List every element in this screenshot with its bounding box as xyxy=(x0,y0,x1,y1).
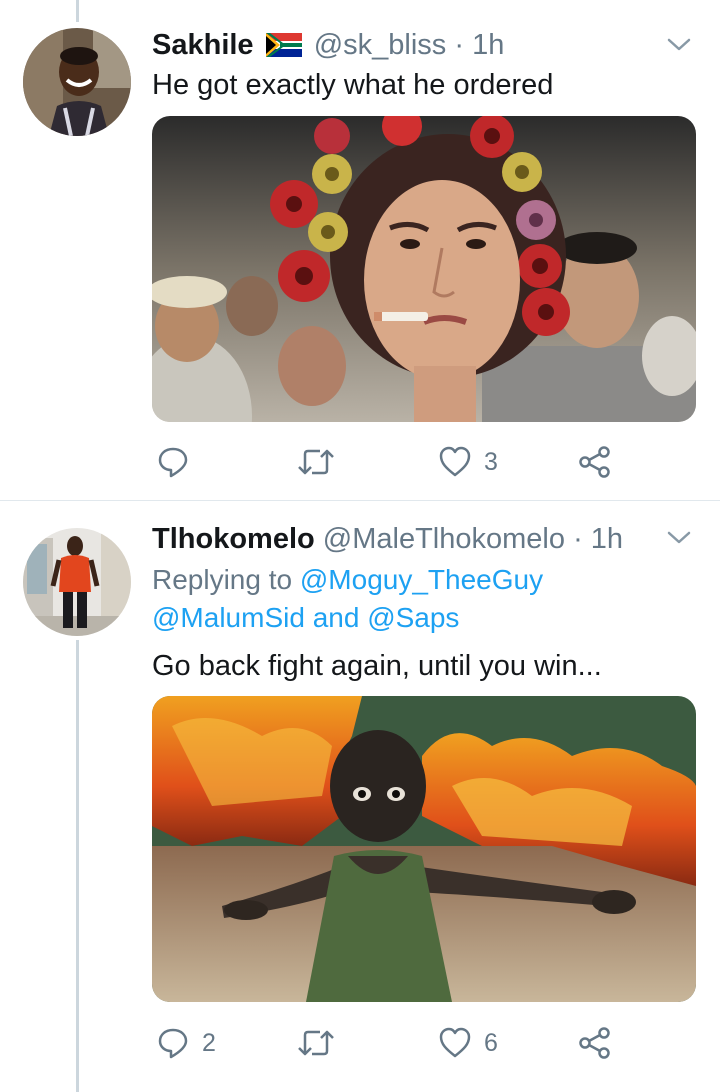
reply-button[interactable]: 2 xyxy=(156,1023,216,1063)
share-icon xyxy=(579,1027,610,1059)
like-button[interactable]: 6 xyxy=(438,1023,498,1063)
handle[interactable]: @sk_bliss xyxy=(314,29,447,61)
tweet-header: Sakhile @sk_bliss · 1h xyxy=(152,28,504,65)
avatar[interactable] xyxy=(23,528,131,636)
retweet-icon xyxy=(298,449,334,475)
chevron-down-icon[interactable] xyxy=(666,529,692,547)
tweet-text: Go back fight again, until you win... xyxy=(152,650,602,682)
mention-link[interactable]: @Saps xyxy=(367,602,459,633)
share-button[interactable] xyxy=(578,1023,612,1063)
timestamp[interactable]: 1h xyxy=(472,29,504,61)
handle[interactable]: @MaleTlhokomelo xyxy=(323,523,565,555)
reply-count: 2 xyxy=(202,1028,216,1057)
like-icon xyxy=(439,1027,471,1058)
replying-conjunction: and xyxy=(312,602,360,633)
display-name[interactable]: Tlhokomelo xyxy=(152,523,315,555)
like-icon xyxy=(439,446,471,477)
like-count: 3 xyxy=(484,447,498,476)
separator-dot: · xyxy=(573,523,583,555)
replying-prefix: Replying to xyxy=(152,564,293,595)
separator-dot: · xyxy=(454,29,465,61)
timestamp[interactable]: 1h xyxy=(591,523,623,555)
display-name[interactable]: Sakhile xyxy=(152,29,254,61)
tweet-actions: 2 6 xyxy=(152,1023,696,1063)
reply-icon xyxy=(158,1028,188,1059)
retweet-button[interactable] xyxy=(296,442,348,482)
retweet-button[interactable] xyxy=(296,1023,348,1063)
tweet-image[interactable] xyxy=(152,116,696,422)
tweet-text: He got exactly what he ordered xyxy=(152,69,554,101)
like-count: 6 xyxy=(484,1028,498,1057)
reply-icon xyxy=(158,447,188,478)
share-button[interactable] xyxy=(578,442,612,482)
south-africa-flag-icon xyxy=(265,31,302,65)
tweet-2[interactable]: Tlhokomelo @MaleTlhokomelo · 1h Replying… xyxy=(0,501,720,1092)
like-button[interactable]: 3 xyxy=(438,442,498,482)
tweet-actions: 3 xyxy=(152,442,696,482)
replying-to: Replying to @Moguy_TheeGuy @MalumSid and… xyxy=(152,561,692,637)
chevron-down-icon[interactable] xyxy=(666,36,692,54)
mention-link[interactable]: @Moguy_TheeGuy xyxy=(300,564,543,595)
tweet-1[interactable]: Sakhile @sk_bliss · 1h He got exactly wh… xyxy=(0,0,720,500)
share-icon xyxy=(579,446,610,478)
mention-link[interactable]: @MalumSid xyxy=(152,602,305,633)
tweet-image[interactable] xyxy=(152,696,696,1002)
tweet-header: Tlhokomelo @MaleTlhokomelo · 1h xyxy=(152,522,623,556)
retweet-icon xyxy=(298,1030,334,1056)
avatar[interactable] xyxy=(23,28,131,136)
reply-button[interactable] xyxy=(156,442,202,482)
